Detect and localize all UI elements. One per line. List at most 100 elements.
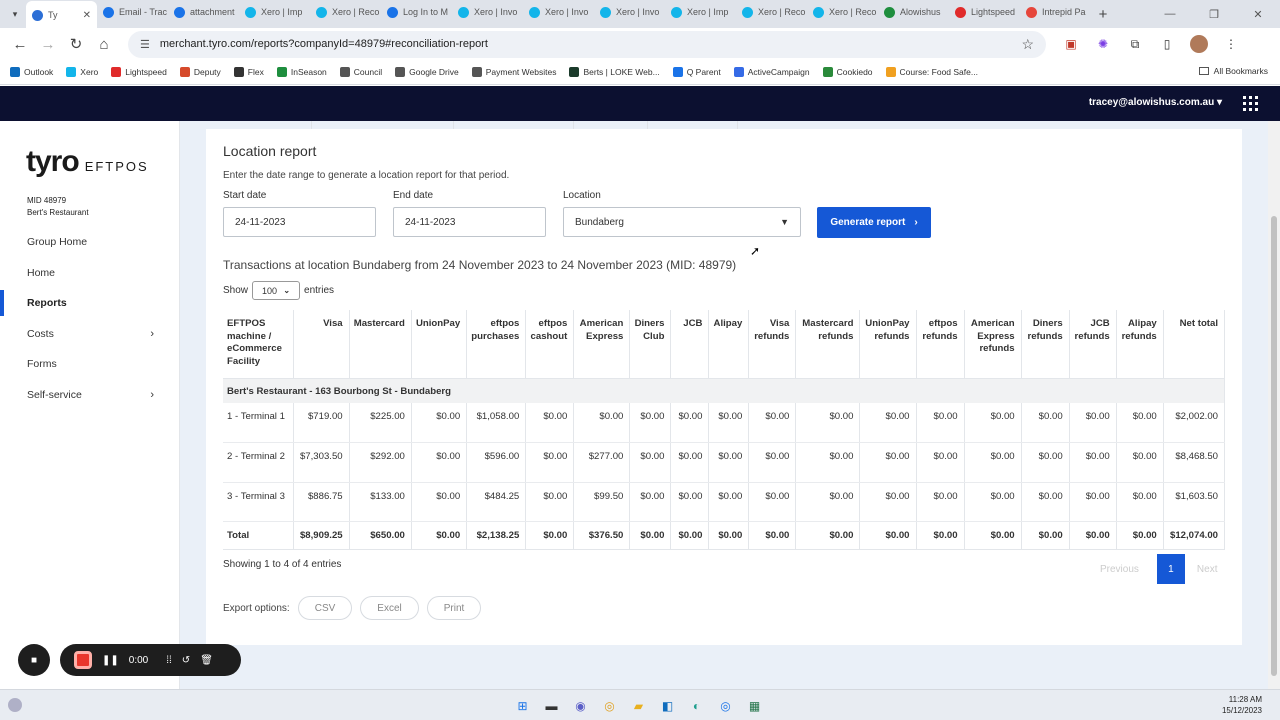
column-header[interactable]: JCB refunds [1069,310,1117,379]
bookmark-item[interactable]: InSeason [276,67,327,77]
sidebar-item-forms[interactable]: Forms [0,349,180,380]
profile-avatar[interactable] [1190,35,1208,53]
bookmark-star-icon[interactable]: ☆ [1021,36,1034,53]
bookmark-item[interactable]: Outlook [10,67,53,77]
column-header[interactable]: Diners Club [629,310,672,379]
file-explorer-icon[interactable]: ▰ [628,695,649,716]
browser-tab[interactable]: Xero | Invo [452,0,523,25]
apps-grid-icon[interactable] [1243,96,1258,111]
browser-tab[interactable]: Email - Trac [97,0,168,25]
column-header[interactable]: Visa [293,310,350,379]
generate-report-button[interactable]: Generate report › [817,207,931,238]
browser-tab[interactable]: Xero | Reco [736,0,807,25]
minimize-icon[interactable]: — [1148,8,1192,20]
column-header[interactable]: eftpos purchases [466,310,527,379]
extensions-puzzle-icon[interactable]: ⧉ [1126,35,1144,53]
end-date-input[interactable]: 24-11-2023 [393,207,546,237]
start-icon[interactable]: ⊞ [512,695,533,716]
tab-search-icon[interactable]: ▾ [4,3,26,25]
browser-tab[interactable]: Xero | Reco [807,0,878,25]
chrome-profile-icon[interactable]: ◎ [715,695,736,716]
site-info-icon[interactable]: ☰ [140,38,150,51]
column-header[interactable]: Visa refunds [748,310,797,379]
browser-menu-icon[interactable]: ⋮ [1222,35,1240,53]
url-bar[interactable]: ☰ merchant.tyro.com/reports?companyId=48… [128,30,1046,58]
column-header[interactable]: Alipay refunds [1116,310,1164,379]
browser-tab[interactable]: Log In to M [381,0,452,25]
bookmark-item[interactable]: ActiveCampaign [733,67,810,77]
column-header[interactable]: Mastercard [349,310,412,379]
export-excel-button[interactable]: Excel [360,596,419,620]
column-header[interactable]: Mastercard refunds [795,310,861,379]
browser-tab[interactable]: Xero | Invo [523,0,594,25]
browser-tab[interactable]: Xero | Reco [310,0,381,25]
task-view-icon[interactable]: ▬ [541,695,562,716]
close-tab-icon[interactable]: ✕ [83,10,91,21]
export-csv-button[interactable]: CSV [297,596,353,620]
column-header[interactable]: American Express [573,310,631,379]
browser-tab[interactable]: Xero | Invo [594,0,665,25]
entries-select[interactable]: 100 ⌄ [252,281,301,300]
browser-tab[interactable]: Xero | Imp [665,0,736,25]
edge-icon[interactable]: ◐ [686,695,707,716]
bookmark-item[interactable]: Lightspeed [111,67,167,77]
print-button[interactable]: Print [426,596,482,620]
trash-icon[interactable]: 🗑 [200,655,213,666]
bookmark-item[interactable]: Course: Food Safe... [885,67,978,77]
home-icon[interactable]: ⌂ [90,30,118,58]
bookmark-item[interactable]: Deputy [179,67,221,77]
chrome-icon[interactable]: ◎ [599,695,620,716]
browser-tab[interactable]: Lightspeed [949,0,1020,25]
start-date-input[interactable]: 24-11-2023 [223,207,376,237]
grid-icon[interactable]: ⁞⁞ [166,655,172,666]
sidebar-item-home[interactable]: Home [0,258,180,289]
sidebar-item-costs[interactable]: Costs › [0,319,180,350]
user-menu[interactable]: tracey@alowishus.com.au ▾ [1089,97,1222,108]
sidebar-item-reports[interactable]: Reports [0,288,180,319]
camera-toggle-icon[interactable]: ■ [18,644,50,676]
all-bookmarks[interactable]: All Bookmarks [1198,66,1268,76]
browser-tab[interactable]: attachment [168,0,239,25]
extension-icon[interactable]: ✺ [1094,35,1112,53]
bookmark-item[interactable]: Xero [66,67,98,77]
stop-recording-button[interactable] [74,651,92,669]
column-header[interactable]: eftpos cashout [525,310,575,379]
browser-tab[interactable]: Alowishus [878,0,949,25]
column-header[interactable]: UnionPay [411,310,468,379]
sidepanel-icon[interactable]: ▯ [1158,35,1176,53]
page-scrollbar[interactable] [1268,121,1280,689]
page-1-button[interactable]: 1 [1156,554,1185,584]
new-tab-button[interactable]: + [1091,6,1115,23]
back-icon[interactable]: ← [6,30,34,58]
location-select[interactable]: Bundaberg ▼ [563,207,801,237]
extension-icon[interactable]: ▣ [1062,35,1080,53]
column-header[interactable]: American Express refunds [964,310,1022,379]
column-header[interactable]: eftpos refunds [916,310,965,379]
column-header[interactable]: Diners refunds [1021,310,1070,379]
bookmark-item[interactable]: Berts | LOKE Web... [569,67,660,77]
column-header[interactable]: JCB [670,310,710,379]
restart-icon[interactable]: ↺ [182,655,190,666]
bookmark-item[interactable]: Google Drive [395,67,459,77]
excel-icon[interactable]: ▦ [744,695,765,716]
column-header[interactable]: EFTPOS machine / eCommerce Facility [223,310,294,379]
column-header[interactable]: Alipay [708,310,750,379]
sidebar-item-group-home[interactable]: Group Home [0,227,180,258]
bookmark-item[interactable]: Q Parent [672,67,721,77]
column-header[interactable]: Net total [1163,310,1226,379]
outlook-icon[interactable]: ◧ [657,695,678,716]
browser-tab[interactable]: Ty ✕ [26,1,97,29]
pause-icon[interactable]: ❚❚ [102,655,119,666]
reload-icon[interactable]: ↻ [62,30,90,58]
close-window-icon[interactable]: ✕ [1236,8,1280,21]
column-header[interactable]: UnionPay refunds [859,310,917,379]
bookmark-item[interactable]: Flex [233,67,264,77]
system-clock[interactable]: 11:28 AM 15/12/2023 [1222,694,1262,716]
restore-icon[interactable]: ❐ [1192,8,1236,21]
bookmark-item[interactable]: Payment Websites [471,67,556,77]
tyro-logo[interactable]: tyro EFTPOS [26,145,149,179]
forward-icon[interactable]: → [34,30,62,58]
scrollbar-thumb[interactable] [1271,216,1277,676]
browser-tab[interactable]: Intrepid Pa [1020,0,1091,25]
sidebar-item-self-service[interactable]: Self-service › [0,380,180,411]
